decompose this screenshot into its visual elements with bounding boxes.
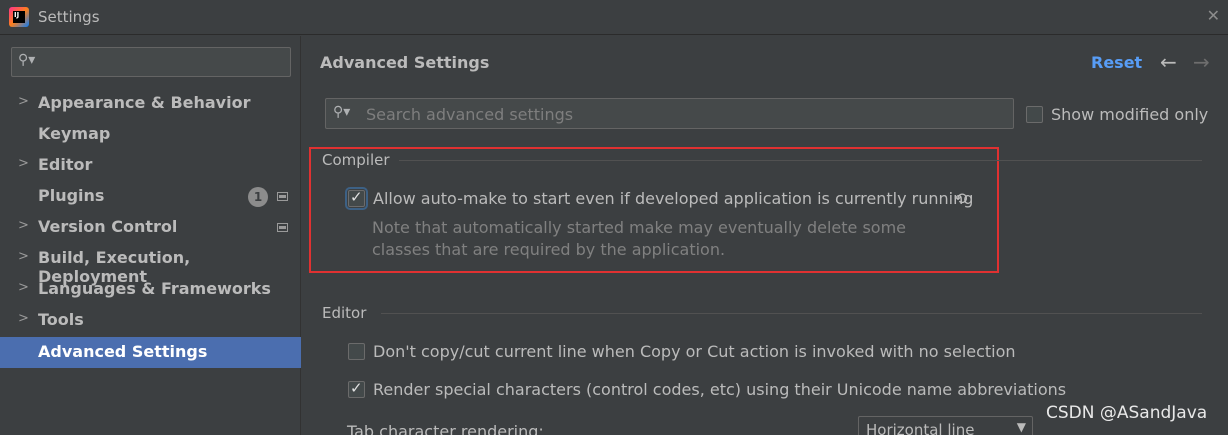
page-title: Advanced Settings bbox=[320, 53, 490, 72]
render-special-characters-label: Render special characters (control codes… bbox=[373, 380, 1067, 399]
chevron-right-icon: > bbox=[18, 311, 29, 326]
chevron-right-icon: > bbox=[18, 280, 29, 295]
window-title: Settings bbox=[38, 8, 100, 26]
section-title-editor: Editor bbox=[322, 304, 367, 322]
allow-auto-make-checkbox[interactable]: ✓ bbox=[345, 187, 368, 210]
sidebar-item-appearance-behavior[interactable]: > Appearance & Behavior bbox=[0, 88, 301, 119]
reset-button[interactable]: Reset bbox=[1091, 53, 1142, 72]
render-special-characters-checkbox[interactable]: ✓ bbox=[348, 379, 365, 398]
sidebar-item-label: Tools bbox=[38, 310, 84, 329]
chevron-right-icon: > bbox=[18, 156, 29, 171]
chevron-right-icon: > bbox=[18, 249, 29, 264]
close-icon[interactable]: ✕ bbox=[1207, 6, 1220, 25]
project-level-icon bbox=[277, 223, 288, 232]
settings-content: Advanced Settings Reset ← → ⚲▾ Show modi… bbox=[302, 36, 1228, 435]
sidebar-item-tools[interactable]: > Tools bbox=[0, 305, 301, 336]
selected-value: Horizontal line bbox=[866, 421, 975, 435]
compiler-note-line-2: classes that are required by the applica… bbox=[372, 240, 726, 259]
checkmark-icon: ✓ bbox=[350, 379, 363, 397]
advanced-settings-search[interactable]: ⚲▾ bbox=[325, 98, 1014, 129]
sidebar-item-label: Appearance & Behavior bbox=[38, 93, 251, 112]
sidebar-item-version-control[interactable]: > Version Control bbox=[0, 212, 301, 243]
allow-auto-make-label: Allow auto-make to start even if develop… bbox=[373, 189, 974, 208]
sidebar-item-build-execution-deployment[interactable]: > Build, Execution, Deployment bbox=[0, 243, 301, 286]
title-bar: IJ Settings ✕ bbox=[0, 0, 1228, 35]
sidebar-item-label: Plugins bbox=[38, 186, 105, 205]
sidebar-item-languages-frameworks[interactable]: > Languages & Frameworks bbox=[0, 274, 301, 305]
chevron-right-icon: > bbox=[18, 218, 29, 233]
back-arrow-icon[interactable]: ← bbox=[1160, 50, 1177, 74]
section-title-compiler: Compiler bbox=[322, 151, 390, 169]
sidebar-item-editor[interactable]: > Editor bbox=[0, 150, 301, 181]
sidebar-item-advanced-settings[interactable]: Advanced Settings bbox=[0, 337, 301, 368]
sidebar-item-label: Version Control bbox=[38, 217, 178, 236]
project-level-icon bbox=[277, 192, 288, 201]
chevron-right-icon: > bbox=[18, 94, 29, 109]
sidebar-item-label: Editor bbox=[38, 155, 93, 174]
settings-sidebar: ⚲▾ > Appearance & Behavior Keymap > Edit… bbox=[0, 36, 301, 435]
update-count-badge: 1 bbox=[248, 187, 268, 207]
compiler-note-line-1: Note that automatically started make may… bbox=[372, 218, 907, 237]
dont-copy-cut-line-checkbox[interactable] bbox=[348, 343, 365, 360]
search-icon: ⚲▾ bbox=[333, 104, 351, 120]
chevron-down-icon: ▼ bbox=[1016, 420, 1026, 434]
tab-character-rendering-label: Tab character rendering: bbox=[347, 422, 544, 435]
checkmark-icon: ✓ bbox=[350, 188, 363, 206]
dont-copy-cut-line-label: Don't copy/cut current line when Copy or… bbox=[373, 342, 1016, 361]
search-icon: ⚲▾ bbox=[18, 52, 36, 68]
sidebar-item-plugins[interactable]: Plugins 1 bbox=[0, 181, 301, 212]
sidebar-search-input[interactable]: ⚲▾ bbox=[11, 47, 291, 77]
advanced-settings-search-input[interactable] bbox=[366, 103, 966, 125]
show-modified-only-label: Show modified only bbox=[1051, 105, 1209, 124]
tab-character-rendering-select[interactable]: Horizontal line ▼ bbox=[858, 416, 1033, 435]
section-divider bbox=[381, 313, 1202, 314]
intellij-app-icon: IJ bbox=[9, 7, 29, 27]
sidebar-item-label: Advanced Settings bbox=[38, 342, 208, 361]
sidebar-item-label: Keymap bbox=[38, 124, 111, 143]
sidebar-item-keymap[interactable]: Keymap bbox=[0, 119, 301, 150]
watermark: CSDN @ASandJava bbox=[1046, 403, 1208, 423]
show-modified-only-checkbox[interactable] bbox=[1026, 106, 1043, 123]
section-divider bbox=[399, 160, 1202, 161]
revert-icon[interactable]: ⟲ bbox=[954, 189, 967, 208]
forward-arrow-icon[interactable]: → bbox=[1193, 50, 1210, 74]
sidebar-item-label: Languages & Frameworks bbox=[38, 279, 271, 298]
